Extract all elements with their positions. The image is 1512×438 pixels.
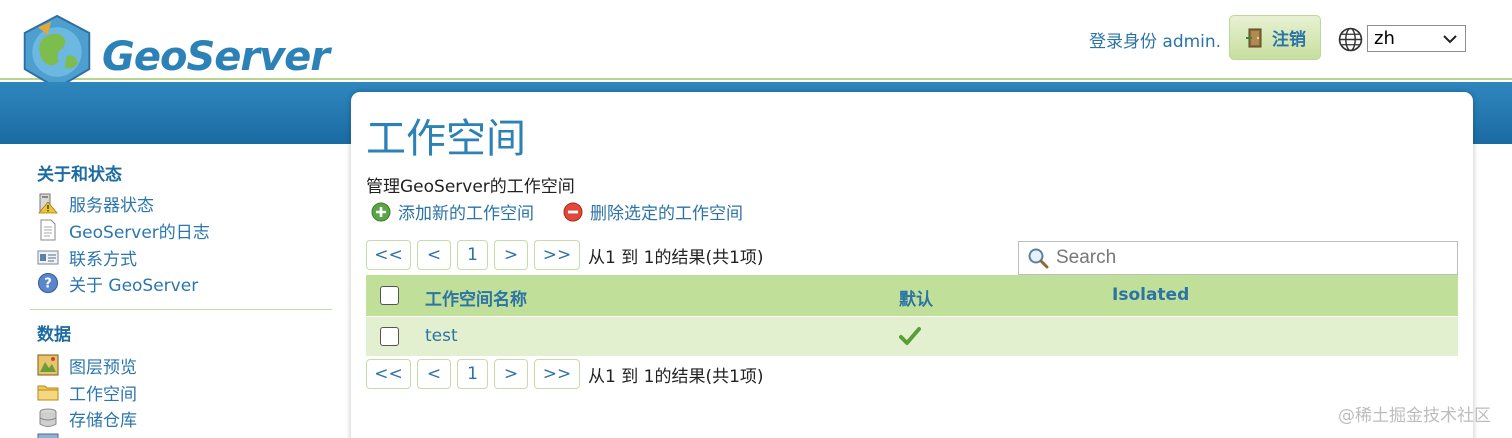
pager-summary: 从1 到 1的结果(共1项)	[588, 366, 764, 387]
pager-first-button[interactable]: <<	[366, 359, 411, 389]
header: GeoServer 登录身份 admin. 注销 zh	[0, 0, 1512, 90]
remove-workspace-link[interactable]: 删除选定的工作空间	[563, 199, 743, 224]
pager-next-button[interactable]: >	[494, 240, 528, 270]
sidebar-item-label: 工作空间	[69, 384, 137, 405]
geoserver-logo[interactable]: GeoServer	[18, 14, 330, 90]
sidebar-item-label: 图层预览	[69, 357, 137, 378]
add-icon	[371, 202, 391, 221]
language-select-value: zh	[1374, 28, 1395, 49]
pager-prev-button[interactable]: <	[417, 240, 451, 270]
sidebar-item-label: 关于 GeoServer	[69, 275, 199, 296]
remove-icon	[563, 202, 583, 221]
column-header-name[interactable]: 工作空间名称	[425, 285, 527, 310]
select-all-checkbox[interactable]	[380, 286, 399, 305]
contact-card-icon	[37, 250, 59, 265]
svg-text:?: ?	[44, 277, 52, 292]
sidebar-item-logs[interactable]: GeoServer的日志	[37, 218, 210, 243]
default-check-icon	[899, 327, 921, 345]
search-input[interactable]	[1056, 247, 1436, 269]
sidebar-item-stores[interactable]: 存储仓库	[37, 406, 137, 431]
table-row: test	[366, 316, 1458, 356]
pager-last-button[interactable]: >>	[534, 359, 580, 389]
geoserver-page: GeoServer 登录身份 admin. 注销 zh 关于和状态 服务器状态 …	[0, 0, 1512, 438]
sidebar-item-server-status[interactable]: 服务器状态	[37, 191, 154, 216]
log-document-icon	[40, 219, 56, 241]
add-workspace-link[interactable]: 添加新的工作空间	[371, 199, 534, 224]
globe-logo-icon	[23, 14, 91, 90]
remove-workspace-label: 删除选定的工作空间	[590, 204, 743, 224]
folder-icon	[37, 385, 59, 401]
add-workspace-label: 添加新的工作空间	[398, 204, 534, 224]
pager-first-button[interactable]: <<	[366, 240, 411, 270]
logo-text: GeoServer	[102, 34, 330, 80]
sidebar-item-contact[interactable]: 联系方式	[37, 245, 137, 270]
pager-prev-button[interactable]: <	[417, 359, 451, 389]
workspace-name-link[interactable]: test	[425, 326, 458, 346]
chevron-down-icon	[1443, 35, 1457, 44]
workspaces-table: 工作空间名称 默认 Isolated test	[366, 275, 1458, 356]
language-globe-icon	[1338, 27, 1363, 52]
sidebar-item-about[interactable]: ? 关于 GeoServer	[37, 271, 199, 296]
pager-page-button[interactable]: 1	[457, 240, 488, 270]
help-icon: ?	[38, 273, 58, 293]
sidebar: 关于和状态 服务器状态 GeoServer的日志 联系方式 ? 关于 GeoSe…	[0, 144, 345, 438]
sidebar-item-workspaces[interactable]: 工作空间	[37, 380, 137, 405]
pager-next-button[interactable]: >	[494, 359, 528, 389]
login-status: 登录身份 admin.	[1089, 32, 1222, 52]
pager-last-button[interactable]: >>	[534, 240, 580, 270]
sidebar-item-label: 联系方式	[69, 249, 137, 270]
column-header-isolated[interactable]: Isolated	[1112, 285, 1189, 305]
sidebar-divider	[30, 309, 332, 310]
pager-top: << < 1 > >> 从1 到 1的结果(共1项)	[366, 240, 764, 270]
column-header-default[interactable]: 默认	[899, 285, 933, 310]
language-select[interactable]: zh	[1367, 25, 1466, 52]
pager-page-button[interactable]: 1	[457, 359, 488, 389]
main-panel: 工作空间 管理GeoServer的工作空间 添加新的工作空间 删除选定的工作空间…	[351, 92, 1473, 438]
logout-door-icon	[1246, 28, 1262, 47]
sidebar-section-about-status: 关于和状态	[37, 165, 122, 185]
sidebar-section-data: 数据	[37, 325, 71, 345]
search-box[interactable]	[1018, 241, 1458, 275]
sidebar-item-layer-preview[interactable]: 图层预览	[37, 353, 137, 378]
search-icon	[1028, 248, 1049, 269]
pager-bottom: << < 1 > >> 从1 到 1的结果(共1项)	[366, 359, 764, 389]
sidebar-item-label: GeoServer的日志	[69, 222, 210, 243]
database-icon	[39, 408, 57, 427]
sidebar-item-partial-icon	[37, 433, 59, 438]
page-subtitle: 管理GeoServer的工作空间	[366, 177, 575, 197]
sidebar-item-label: 服务器状态	[69, 195, 154, 216]
pager-summary: 从1 到 1的结果(共1项)	[588, 247, 764, 268]
logout-button[interactable]: 注销	[1229, 15, 1321, 60]
server-status-icon	[38, 193, 58, 214]
row-checkbox[interactable]	[380, 327, 399, 346]
sidebar-item-label: 存储仓库	[69, 410, 137, 431]
table-header: 工作空间名称 默认 Isolated	[366, 275, 1458, 316]
logout-label: 注销	[1272, 30, 1306, 50]
page-title: 工作空间	[366, 116, 526, 162]
watermark: @稀土掘金技术社区	[1338, 406, 1491, 426]
layer-preview-icon	[37, 354, 59, 376]
